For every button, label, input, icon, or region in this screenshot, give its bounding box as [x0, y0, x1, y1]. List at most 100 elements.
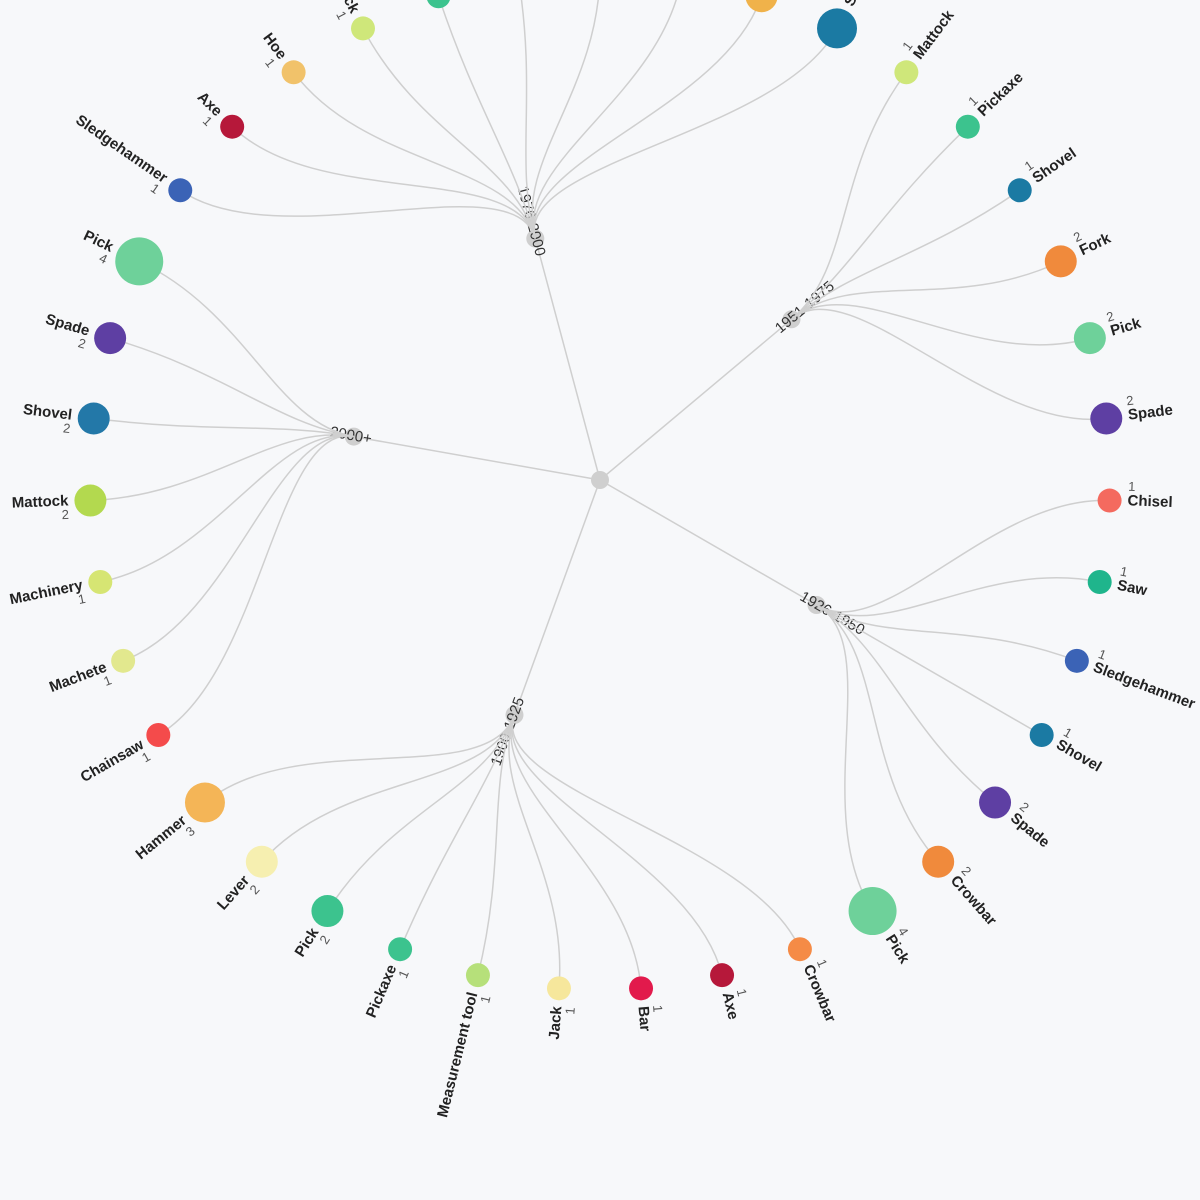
leaf-node[interactable] [629, 976, 653, 1000]
leaf-count: 2 [76, 335, 87, 351]
edge [513, 715, 800, 949]
leaf-node[interactable] [1065, 649, 1089, 673]
leaf-label: Fork [1077, 230, 1114, 260]
leaf-label: Measurement tool [434, 990, 481, 1119]
edge [139, 261, 354, 436]
leaf-node[interactable] [922, 846, 954, 878]
edge [90, 435, 353, 501]
leaf-label: Saw [1116, 577, 1149, 600]
leaf-label: Spade [1007, 809, 1053, 851]
leaf-node[interactable] [1045, 245, 1077, 277]
leaf-node[interactable] [1088, 570, 1112, 594]
edge [354, 437, 600, 480]
edge [327, 715, 514, 911]
leaf-label: Chisel [1127, 492, 1173, 511]
edge [511, 715, 641, 988]
edge [817, 605, 996, 803]
edge [514, 480, 600, 715]
edge [512, 715, 722, 975]
leaf-node[interactable] [1090, 403, 1122, 435]
leaf-count: 1 [814, 957, 831, 970]
leaf-count: 4 [97, 250, 110, 267]
leaf-count: 2 [61, 507, 69, 522]
leaf-node[interactable] [849, 887, 897, 935]
leaf-label: Pickaxe [975, 69, 1027, 120]
leaf-label: Chainsaw [78, 736, 147, 786]
leaf-node[interactable] [1074, 322, 1106, 354]
leaf-node[interactable] [94, 322, 126, 354]
leaf-label: Hammer [133, 812, 190, 863]
leaf-node[interactable] [311, 895, 343, 927]
leaf-count: 2 [246, 882, 262, 897]
leaf-node[interactable] [817, 8, 857, 48]
leaf-node[interactable] [111, 649, 135, 673]
leaf-count: 1 [1128, 479, 1136, 494]
leaf-label: Pick [882, 932, 913, 968]
edge [294, 72, 536, 238]
leaf-count: 1 [262, 55, 278, 70]
leaf-count: 2 [1105, 308, 1116, 324]
leaf-count: 1 [139, 749, 153, 766]
edge [792, 309, 1107, 419]
leaf-node[interactable] [220, 115, 244, 139]
edge [817, 605, 873, 911]
leaf-label: Sledgehammer [72, 112, 170, 187]
leaf-label: Shovel [1053, 736, 1104, 775]
leaf-node[interactable] [1030, 723, 1054, 747]
leaf-label: Machete [47, 659, 109, 696]
leaf-label: Machinery [8, 577, 85, 609]
edge [535, 239, 600, 480]
leaf-node[interactable] [146, 723, 170, 747]
leaf-count: 1 [77, 591, 87, 607]
leaf-count: 1 [734, 987, 750, 998]
edge [817, 605, 1042, 735]
leaf-node[interactable] [78, 403, 110, 435]
leaf-label: Crowbar [947, 872, 1000, 929]
leaf-count: 2 [316, 933, 333, 947]
leaf-label: Shovel [1029, 145, 1079, 187]
leaf-node[interactable] [979, 787, 1011, 819]
leaf-node[interactable] [168, 178, 192, 202]
leaf-node[interactable] [185, 783, 225, 823]
leaf-count: 2 [62, 420, 71, 436]
edge [600, 319, 792, 480]
edge [205, 715, 515, 803]
edge [534, 0, 762, 239]
leaf-label: Pickaxe [363, 962, 401, 1020]
leaf-node[interactable] [282, 60, 306, 84]
leaf-node[interactable] [710, 963, 734, 987]
leaf-count: 3 [183, 823, 198, 839]
leaf-label: Shovel [841, 0, 879, 9]
leaf-count: 1 [1061, 724, 1075, 741]
leaf-node[interactable] [746, 0, 778, 12]
leaf-count: 1 [477, 994, 493, 1005]
edge [509, 715, 560, 988]
leaf-node[interactable] [894, 60, 918, 84]
leaf-label: Pick [292, 924, 323, 960]
leaf-node[interactable] [956, 115, 980, 139]
leaf-node[interactable] [547, 976, 571, 1000]
leaf-node[interactable] [1098, 489, 1122, 513]
leaf-node[interactable] [351, 16, 375, 40]
leaf-node[interactable] [115, 237, 163, 285]
leaf-node[interactable] [426, 0, 450, 8]
leaf-node[interactable] [1008, 178, 1032, 202]
leaf-count: 2 [1125, 393, 1134, 409]
leaf-count: 1 [333, 9, 350, 22]
leaf-count: 1 [650, 1004, 666, 1012]
edge [100, 436, 353, 582]
edge [817, 605, 939, 862]
leaf-node[interactable] [246, 846, 278, 878]
edge [817, 500, 1110, 611]
leaf-count: 1 [1096, 646, 1108, 663]
leaf-node[interactable] [88, 570, 112, 594]
edge [600, 480, 817, 605]
leaf-node[interactable] [388, 937, 412, 961]
leaf-count: 1 [395, 968, 412, 981]
leaf-count: 1 [148, 180, 162, 196]
edge [533, 0, 681, 239]
leaf-node[interactable] [788, 937, 812, 961]
leaf-node[interactable] [466, 963, 490, 987]
leaf-label: Crowbar [800, 962, 840, 1025]
leaf-node[interactable] [74, 485, 106, 517]
